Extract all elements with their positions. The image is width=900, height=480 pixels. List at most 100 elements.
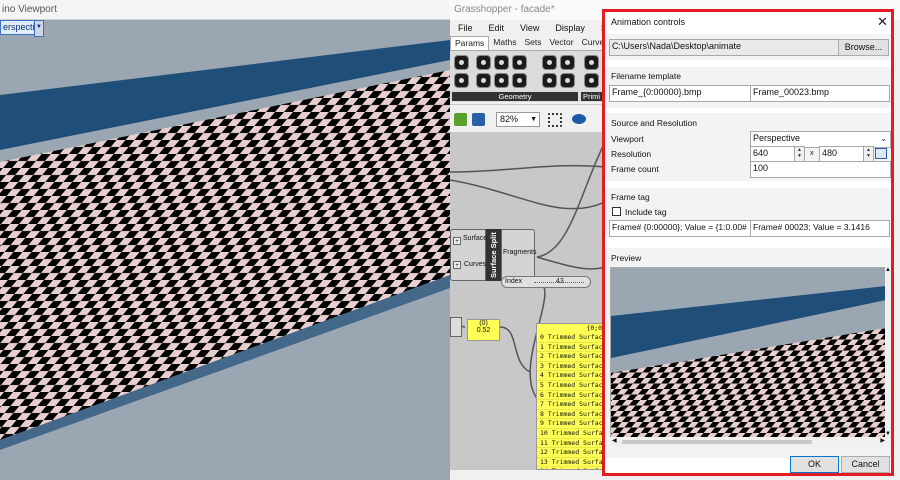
chevron-up-icon[interactable]: ▲	[885, 267, 891, 273]
frame-count-field[interactable]: 100	[750, 161, 891, 178]
select-icon[interactable]	[548, 113, 562, 127]
cancel-button[interactable]: Cancel	[841, 456, 890, 473]
ribbon-group-geometry[interactable]: Geometry	[452, 92, 578, 101]
list-panel[interactable]: {0;0 0 Trimmed Surfac 1 Trimmed Surfac 2 T…	[536, 323, 605, 470]
frame-count-label: Frame count	[611, 164, 659, 174]
include-tag-checkbox[interactable]	[612, 207, 621, 216]
menu-display[interactable]: Display	[547, 20, 593, 36]
input-curves: Curves	[464, 261, 487, 268]
param-icon[interactable]	[542, 73, 557, 88]
list-item: 6 Trimmed Surfac	[537, 391, 604, 401]
menu-edit[interactable]: Edit	[481, 20, 513, 36]
param-icon[interactable]	[560, 73, 575, 88]
list-item: 4 Trimmed Surfac	[537, 371, 604, 381]
list-item: 8 Trimmed Surfac	[537, 410, 604, 420]
param-icon[interactable]	[542, 55, 557, 70]
tag-template-field[interactable]: Frame# {0:00000}; Value = {1:0.00#	[609, 220, 752, 237]
list-item: 12 Trimmed Surfac	[537, 448, 604, 458]
eye-icon[interactable]	[572, 114, 586, 124]
output-fragments: Fragments	[503, 249, 537, 256]
preview-vertical-scrollbar[interactable]: ▲ ▼	[885, 267, 891, 437]
ribbon-group-primitive[interactable]: Primi	[581, 92, 603, 101]
zoom-value: 82%	[500, 114, 519, 124]
param-icon[interactable]	[512, 55, 527, 70]
list-rows: 0 Trimmed Surfac 1 Trimmed Surfac 2 Trimme…	[537, 333, 604, 469]
open-file-icon[interactable]	[454, 113, 467, 126]
chevron-down-icon[interactable]: ▼	[34, 20, 44, 37]
param-icon[interactable]	[560, 55, 575, 70]
tab-sets[interactable]: Sets	[520, 36, 545, 50]
res-times-label: x	[810, 150, 814, 157]
param-icon[interactable]	[584, 55, 599, 70]
scroll-thumb[interactable]	[622, 440, 812, 444]
list-item: 10 Trimmed Surfac	[537, 429, 604, 439]
browse-button[interactable]: Browse...	[838, 39, 889, 56]
filename-preview-field: Frame_00023.bmp	[750, 85, 890, 102]
param-icon[interactable]	[454, 55, 469, 70]
list-item: 11 Trimmed Surfac	[537, 439, 604, 449]
tab-params[interactable]: Params	[450, 36, 490, 50]
menu-file[interactable]: File	[450, 20, 481, 36]
filename-section: Filename template Frame_{0:00000}.bmp Fr…	[605, 67, 891, 108]
ok-button[interactable]: OK	[790, 456, 839, 473]
number-panel[interactable]: (0) 0.52	[467, 319, 500, 341]
preview-image	[610, 267, 887, 439]
param-icon[interactable]	[476, 73, 491, 88]
viewport-title: ino Viewport	[0, 0, 450, 20]
viewport-label: Viewport	[611, 134, 644, 144]
tab-maths[interactable]: Maths	[489, 36, 520, 50]
param-icon[interactable]	[476, 55, 491, 70]
plus-icon[interactable]: +	[453, 261, 461, 269]
preview-scene	[611, 268, 886, 438]
chevron-left-icon[interactable]: ◀	[612, 437, 617, 444]
source-section-title: Source and Resolution	[611, 118, 698, 128]
list-item: 9 Trimmed Surfac	[537, 419, 604, 429]
list-item: 5 Trimmed Surfac	[537, 381, 604, 391]
param-icon[interactable]	[494, 73, 509, 88]
plus-icon[interactable]: +	[453, 237, 461, 245]
list-item: 1 Trimmed Surfac	[537, 343, 604, 353]
canvas-toolbar: 82% ▼	[450, 104, 610, 132]
save-icon[interactable]	[472, 113, 485, 126]
close-icon[interactable]: ✕	[877, 14, 888, 30]
zoom-select[interactable]: 82% ▼	[496, 112, 540, 127]
chevron-down-icon: ▼	[530, 116, 537, 123]
param-stub[interactable]	[450, 317, 462, 337]
input-surface: Surface	[463, 235, 488, 242]
rhino-viewport[interactable]: ino Viewport erspective ▼	[0, 0, 450, 480]
resolution-label: Resolution	[611, 149, 652, 159]
list-item: 0 Trimmed Surfac	[537, 333, 604, 343]
param-icon[interactable]	[512, 73, 527, 88]
surface-split-component[interactable]: Surface Split + Surface + Curves Fragmen…	[450, 229, 537, 281]
frame-tag-section-title: Frame tag	[611, 192, 650, 202]
filename-section-title: Filename template	[611, 71, 681, 81]
param-icon[interactable]	[584, 73, 599, 88]
slider-label: Index	[505, 278, 523, 285]
menu-view[interactable]: View	[512, 20, 547, 36]
grasshopper-canvas[interactable]: Surface Split + Surface + Curves Fragmen…	[450, 132, 605, 470]
tag-preview-field: Frame# 00023; Value = 3.1416	[750, 220, 890, 237]
dialog-title: Animation controls	[611, 17, 686, 27]
filename-template-field[interactable]: Frame_{0:00000}.bmp	[609, 85, 752, 102]
panel-value: 0.52	[476, 327, 491, 334]
preview-horizontal-scrollbar[interactable]: ◀ ▶	[610, 437, 891, 447]
frame-tag-section: Frame tag Include tag Frame# {0:00000}; …	[605, 188, 891, 237]
tab-vector[interactable]: Vector	[545, 36, 577, 50]
index-slider[interactable]: Index 43	[501, 276, 591, 288]
chevron-right-icon[interactable]: ▶	[880, 437, 885, 444]
list-header: {0;0	[586, 324, 602, 332]
viewport-value: Perspective	[753, 133, 801, 143]
folder-row: C:\Users\Nada\Desktop\animate Browse...	[605, 34, 891, 60]
include-tag-label: Include tag	[625, 207, 667, 217]
param-icon[interactable]	[454, 73, 469, 88]
dialog-titlebar: Animation controls ✕	[605, 12, 891, 34]
viewport-tab-perspective[interactable]: erspective ▼	[0, 20, 44, 37]
viewport-scene	[0, 0, 450, 480]
chevron-down-icon: ⌄	[880, 134, 887, 143]
folder-path-field[interactable]: C:\Users\Nada\Desktop\animate	[609, 39, 839, 56]
param-icon[interactable]	[494, 55, 509, 70]
preview-section-title: Preview	[611, 253, 642, 263]
monitor-icon[interactable]	[875, 148, 887, 159]
grasshopper-tabs: Params Maths Sets Vector Curve	[450, 36, 610, 50]
status-bar	[450, 470, 605, 480]
